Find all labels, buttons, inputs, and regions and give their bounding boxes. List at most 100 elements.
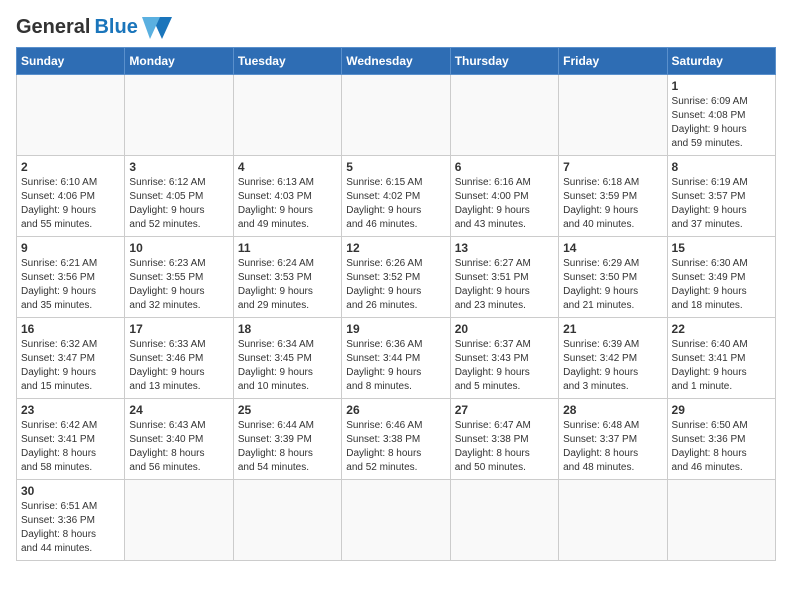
day-info: Sunrise: 6:24 AM Sunset: 3:53 PM Dayligh…	[238, 257, 337, 313]
day-info: Sunrise: 6:46 AM Sunset: 3:38 PM Dayligh…	[346, 419, 445, 475]
calendar-cell: 29Sunrise: 6:50 AM Sunset: 3:36 PM Dayli…	[667, 399, 775, 480]
calendar-cell: 26 Sunrise: 6:46 AM Sunset: 3:38 PM Dayli…	[342, 399, 450, 480]
day-info: Sunrise: 6:44 AM Sunset: 3:39 PM Dayligh…	[238, 419, 337, 475]
calendar-cell: 6Sunrise: 6:16 AM Sunset: 4:00 PM Daylig…	[450, 156, 558, 237]
day-number: 25	[238, 403, 337, 417]
calendar-cell	[17, 75, 125, 156]
logo: General Blue	[16, 16, 172, 39]
day-info: Sunrise: 6:42 AM Sunset: 3:41 PM Dayligh…	[21, 419, 120, 475]
weekday-header-monday: Monday	[125, 48, 233, 75]
day-info: Sunrise: 6:10 AM Sunset: 4:06 PM Dayligh…	[21, 176, 120, 232]
calendar-cell	[342, 480, 450, 561]
calendar-cell: 3 Sunrise: 6:12 AM Sunset: 4:05 PM Daylig…	[125, 156, 233, 237]
day-number: 20	[455, 322, 554, 336]
day-number: 9	[21, 241, 120, 255]
day-number: 19	[346, 322, 445, 336]
calendar-cell: 18 Sunrise: 6:34 AM Sunset: 3:45 PM Dayli…	[233, 318, 341, 399]
day-number: 2	[21, 160, 120, 174]
day-number: 7	[563, 160, 662, 174]
day-number: 12	[346, 241, 445, 255]
day-info: Sunrise: 6:21 AM Sunset: 3:56 PM Dayligh…	[21, 257, 120, 313]
day-number: 11	[238, 241, 337, 255]
calendar-cell: 20 Sunrise: 6:37 AM Sunset: 3:43 PM Dayli…	[450, 318, 558, 399]
calendar-cell: 4 Sunrise: 6:13 AM Sunset: 4:03 PM Daylig…	[233, 156, 341, 237]
day-number: 21	[563, 322, 662, 336]
calendar-cell: 19Sunrise: 6:36 AM Sunset: 3:44 PM Dayli…	[342, 318, 450, 399]
day-number: 15	[672, 241, 771, 255]
day-info: Sunrise: 6:51 AM Sunset: 3:36 PM Dayligh…	[21, 500, 120, 556]
calendar-cell: 28Sunrise: 6:48 AM Sunset: 3:37 PM Dayli…	[559, 399, 667, 480]
day-number: 8	[672, 160, 771, 174]
calendar-cell	[559, 480, 667, 561]
day-info: Sunrise: 6:32 AM Sunset: 3:47 PM Dayligh…	[21, 338, 120, 394]
calendar-cell: 25 Sunrise: 6:44 AM Sunset: 3:39 PM Dayli…	[233, 399, 341, 480]
day-number: 4	[238, 160, 337, 174]
day-info: Sunrise: 6:27 AM Sunset: 3:51 PM Dayligh…	[455, 257, 554, 313]
calendar-cell: 24 Sunrise: 6:43 AM Sunset: 3:40 PM Dayli…	[125, 399, 233, 480]
day-number: 18	[238, 322, 337, 336]
logo-text-blue: Blue	[94, 16, 137, 39]
calendar-cell: 14Sunrise: 6:29 AM Sunset: 3:50 PM Dayli…	[559, 237, 667, 318]
day-info: Sunrise: 6:26 AM Sunset: 3:52 PM Dayligh…	[346, 257, 445, 313]
calendar-cell: 21Sunrise: 6:39 AM Sunset: 3:42 PM Dayli…	[559, 318, 667, 399]
calendar-cell: 11 Sunrise: 6:24 AM Sunset: 3:53 PM Dayli…	[233, 237, 341, 318]
calendar-cell	[342, 75, 450, 156]
calendar-cell: 27Sunrise: 6:47 AM Sunset: 3:38 PM Dayli…	[450, 399, 558, 480]
day-info: Sunrise: 6:37 AM Sunset: 3:43 PM Dayligh…	[455, 338, 554, 394]
day-info: Sunrise: 6:09 AM Sunset: 4:08 PM Dayligh…	[672, 95, 771, 151]
weekday-header-tuesday: Tuesday	[233, 48, 341, 75]
calendar-cell: 8Sunrise: 6:19 AM Sunset: 3:57 PM Daylig…	[667, 156, 775, 237]
weekday-header-saturday: Saturday	[667, 48, 775, 75]
day-info: Sunrise: 6:30 AM Sunset: 3:49 PM Dayligh…	[672, 257, 771, 313]
day-number: 3	[129, 160, 228, 174]
day-info: Sunrise: 6:15 AM Sunset: 4:02 PM Dayligh…	[346, 176, 445, 232]
day-info: Sunrise: 6:12 AM Sunset: 4:05 PM Dayligh…	[129, 176, 228, 232]
day-info: Sunrise: 6:18 AM Sunset: 3:59 PM Dayligh…	[563, 176, 662, 232]
calendar-cell: 10 Sunrise: 6:23 AM Sunset: 3:55 PM Dayli…	[125, 237, 233, 318]
calendar-cell: 17Sunrise: 6:33 AM Sunset: 3:46 PM Dayli…	[125, 318, 233, 399]
day-number: 17	[129, 322, 228, 336]
calendar-table: SundayMondayTuesdayWednesdayThursdayFrid…	[16, 47, 776, 561]
day-number: 16	[21, 322, 120, 336]
day-info: Sunrise: 6:13 AM Sunset: 4:03 PM Dayligh…	[238, 176, 337, 232]
day-info: Sunrise: 6:48 AM Sunset: 3:37 PM Dayligh…	[563, 419, 662, 475]
logo-icon	[142, 17, 172, 39]
day-number: 23	[21, 403, 120, 417]
calendar-cell	[233, 480, 341, 561]
weekday-header-wednesday: Wednesday	[342, 48, 450, 75]
calendar-cell: 15 Sunrise: 6:30 AM Sunset: 3:49 PM Dayli…	[667, 237, 775, 318]
weekday-header-sunday: Sunday	[17, 48, 125, 75]
calendar-cell	[559, 75, 667, 156]
page-header: General Blue	[16, 16, 776, 39]
day-number: 10	[129, 241, 228, 255]
day-number: 24	[129, 403, 228, 417]
calendar-cell: 22 Sunrise: 6:40 AM Sunset: 3:41 PM Dayli…	[667, 318, 775, 399]
logo-text-general: General	[16, 16, 90, 39]
day-number: 6	[455, 160, 554, 174]
calendar-cell	[450, 480, 558, 561]
day-number: 22	[672, 322, 771, 336]
calendar-cell: 2 Sunrise: 6:10 AM Sunset: 4:06 PM Daylig…	[17, 156, 125, 237]
day-info: Sunrise: 6:43 AM Sunset: 3:40 PM Dayligh…	[129, 419, 228, 475]
day-number: 13	[455, 241, 554, 255]
weekday-header-friday: Friday	[559, 48, 667, 75]
calendar-cell: 7 Sunrise: 6:18 AM Sunset: 3:59 PM Daylig…	[559, 156, 667, 237]
day-number: 30	[21, 484, 120, 498]
day-number: 5	[346, 160, 445, 174]
day-number: 1	[672, 79, 771, 93]
day-number: 27	[455, 403, 554, 417]
calendar-cell	[125, 75, 233, 156]
calendar-cell: 9 Sunrise: 6:21 AM Sunset: 3:56 PM Daylig…	[17, 237, 125, 318]
calendar-cell	[450, 75, 558, 156]
calendar-cell: 1 Sunrise: 6:09 AM Sunset: 4:08 PM Daylig…	[667, 75, 775, 156]
day-number: 26	[346, 403, 445, 417]
calendar-cell: 13 Sunrise: 6:27 AM Sunset: 3:51 PM Dayli…	[450, 237, 558, 318]
calendar-cell	[233, 75, 341, 156]
calendar-cell	[125, 480, 233, 561]
day-info: Sunrise: 6:23 AM Sunset: 3:55 PM Dayligh…	[129, 257, 228, 313]
calendar-cell: 5 Sunrise: 6:15 AM Sunset: 4:02 PM Daylig…	[342, 156, 450, 237]
calendar-cell: 12 Sunrise: 6:26 AM Sunset: 3:52 PM Dayli…	[342, 237, 450, 318]
day-info: Sunrise: 6:50 AM Sunset: 3:36 PM Dayligh…	[672, 419, 771, 475]
day-info: Sunrise: 6:34 AM Sunset: 3:45 PM Dayligh…	[238, 338, 337, 394]
day-info: Sunrise: 6:40 AM Sunset: 3:41 PM Dayligh…	[672, 338, 771, 394]
